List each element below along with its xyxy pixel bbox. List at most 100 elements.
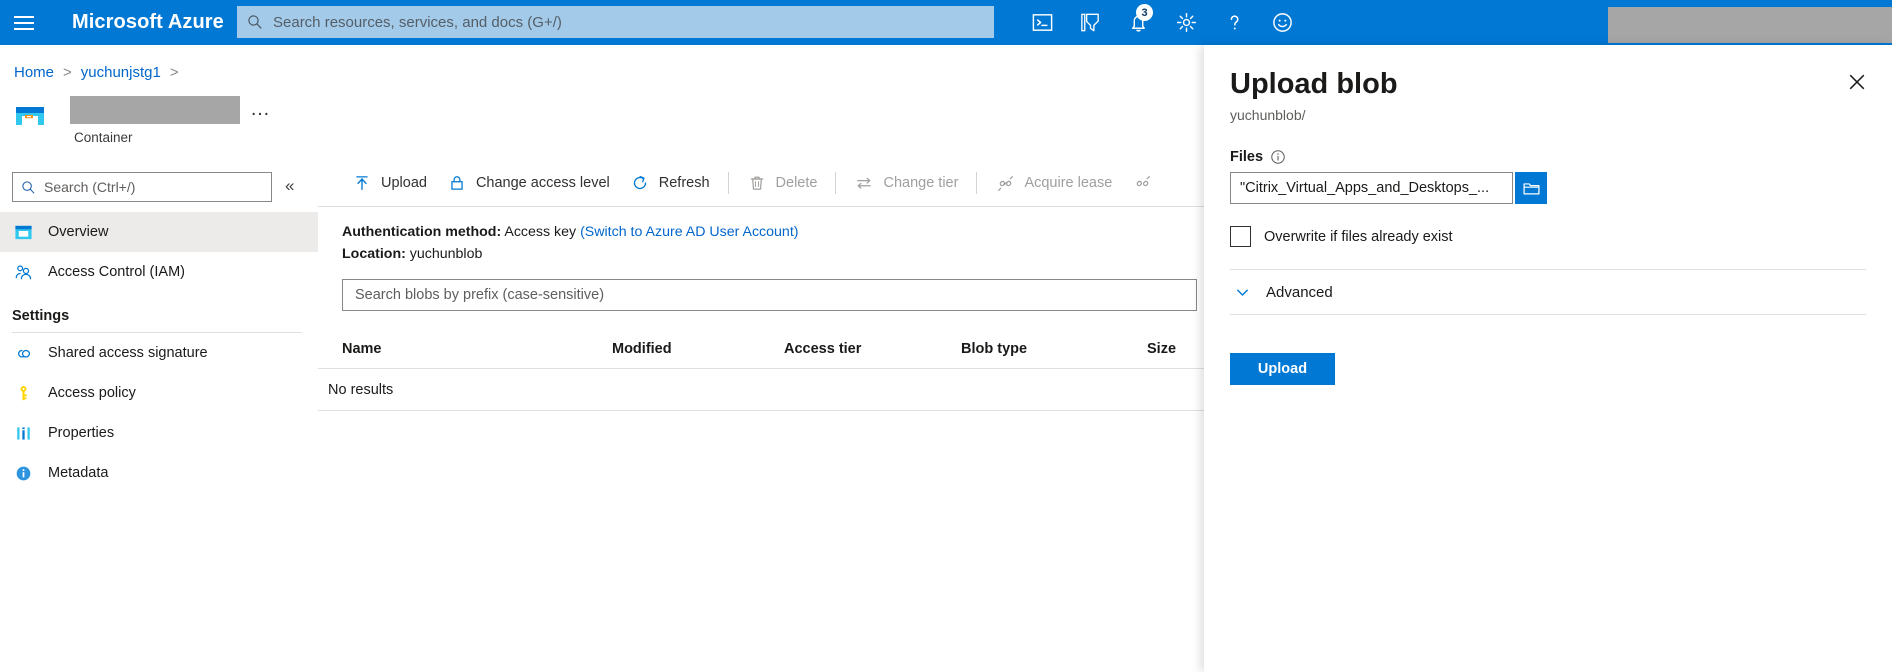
overview-icon <box>12 221 34 243</box>
delete-button[interactable]: Delete <box>737 160 828 206</box>
panel-body: Files "Citrix_Virtual_Apps_and_Desktops_… <box>1204 123 1892 385</box>
properties-bars-icon <box>12 422 34 444</box>
lock-icon <box>447 173 467 193</box>
files-input-row: "Citrix_Virtual_Apps_and_Desktops_... <box>1230 172 1866 204</box>
command-label: Change access level <box>476 175 610 191</box>
authentication-method-value: Access key <box>504 224 576 240</box>
upload-blob-panel: Upload blob yuchunblob/ Files <box>1204 45 1892 672</box>
azure-portal-page: Microsoft Azure <box>0 0 1892 672</box>
notification-count-badge: 3 <box>1136 4 1153 21</box>
command-separator <box>728 172 729 194</box>
sidebar-item-shared-access-signature[interactable]: Shared access signature <box>0 333 318 373</box>
sidebar-item-label: Metadata <box>48 465 108 481</box>
top-bar-icon-group: 3 <box>1018 0 1306 45</box>
blob-prefix-search-input[interactable] <box>353 286 1186 304</box>
hamburger-menu-icon[interactable] <box>0 0 48 45</box>
sidebar-item-label: Access policy <box>48 385 136 401</box>
search-icon <box>247 14 263 30</box>
command-separator <box>835 172 836 194</box>
sidebar-item-metadata[interactable]: Metadata <box>0 453 318 493</box>
resource-type-label: Container <box>74 130 240 145</box>
sidebar-item-label: Properties <box>48 425 114 441</box>
no-results-message: No results <box>328 382 393 398</box>
global-search-box[interactable] <box>237 6 994 38</box>
sidebar-search-input[interactable] <box>42 178 263 196</box>
more-options-button[interactable]: … <box>250 100 272 118</box>
column-header-blob-type[interactable]: Blob type <box>961 341 1147 357</box>
command-label: Acquire lease <box>1024 175 1112 191</box>
left-navigation-panel: « Overview <box>0 170 318 672</box>
swap-arrows-icon <box>854 173 874 193</box>
change-access-level-button[interactable]: Change access level <box>437 160 620 206</box>
location-label: Location: <box>342 246 406 262</box>
directories-filter-icon[interactable] <box>1066 0 1114 45</box>
sidebar-item-list: Overview Access Control (IAM) Settings <box>0 212 318 493</box>
breadcrumb-item-storage-account[interactable]: yuchunjstg1 <box>81 64 161 81</box>
sidebar-item-label: Shared access signature <box>48 345 208 361</box>
authentication-method-label: Authentication method: <box>342 224 501 240</box>
key-icon <box>12 382 34 404</box>
upload-button[interactable]: Upload <box>342 160 437 206</box>
link-icon <box>12 342 34 364</box>
refresh-button[interactable]: Refresh <box>620 160 720 206</box>
top-navigation-bar: Microsoft Azure <box>0 0 1892 45</box>
column-header-modified[interactable]: Modified <box>612 341 784 357</box>
sidebar-item-access-policy[interactable]: Access policy <box>0 373 318 413</box>
switch-to-azure-ad-link[interactable]: (Switch to Azure AD User Account) <box>580 224 798 240</box>
overwrite-checkbox-row[interactable]: Overwrite if files already exist <box>1230 226 1866 247</box>
people-icon <box>12 261 34 283</box>
column-header-name[interactable]: Name <box>342 341 612 357</box>
upload-submit-button[interactable]: Upload <box>1230 353 1335 385</box>
sidebar-item-label: Access Control (IAM) <box>48 264 185 280</box>
trash-icon <box>747 173 767 193</box>
acquire-lease-button[interactable]: Acquire lease <box>985 160 1122 206</box>
close-icon[interactable] <box>1844 69 1870 95</box>
plug-icon <box>995 173 1015 193</box>
panel-header: Upload blob yuchunblob/ <box>1204 45 1892 123</box>
folder-browse-icon[interactable] <box>1515 172 1547 204</box>
change-tier-button[interactable]: Change tier <box>844 160 968 206</box>
command-separator <box>976 172 977 194</box>
resource-name-redacted <box>70 96 240 124</box>
global-search-input[interactable] <box>271 13 984 32</box>
blob-prefix-search-box[interactable] <box>342 279 1197 311</box>
panel-subtitle: yuchunblob/ <box>1230 107 1864 123</box>
break-lease-button[interactable] <box>1122 160 1171 206</box>
resource-name-area: Container <box>70 96 240 145</box>
break-lease-icon <box>1132 173 1152 193</box>
help-question-icon[interactable] <box>1210 0 1258 45</box>
command-label: Refresh <box>659 175 710 191</box>
info-circle-icon <box>12 462 34 484</box>
advanced-section-toggle[interactable]: Advanced <box>1230 270 1866 314</box>
breadcrumb-item-home[interactable]: Home <box>14 64 54 81</box>
cloud-shell-icon[interactable] <box>1018 0 1066 45</box>
breadcrumb-separator-icon: > <box>63 64 72 81</box>
info-circle-icon[interactable] <box>1270 149 1286 165</box>
files-field-label-row: Files <box>1230 149 1866 165</box>
brand-title: Microsoft Azure <box>72 11 224 34</box>
sidebar-item-label: Overview <box>48 224 108 240</box>
sidebar-group-settings: Settings <box>0 292 318 332</box>
command-label: Delete <box>776 175 818 191</box>
column-header-access-tier[interactable]: Access tier <box>784 341 961 357</box>
sidebar-item-overview[interactable]: Overview <box>0 212 318 252</box>
files-label: Files <box>1230 149 1263 165</box>
breadcrumb: Home > yuchunjstg1 > <box>14 58 188 86</box>
refresh-icon <box>630 173 650 193</box>
advanced-divider-bottom <box>1230 314 1866 315</box>
notifications-bell-icon[interactable]: 3 <box>1114 0 1162 45</box>
overwrite-checkbox[interactable] <box>1230 226 1251 247</box>
files-path-field[interactable]: "Citrix_Virtual_Apps_and_Desktops_... <box>1230 172 1513 204</box>
collapse-sidebar-icon[interactable]: « <box>285 178 294 194</box>
upload-arrow-icon <box>352 173 372 193</box>
sidebar-item-properties[interactable]: Properties <box>0 413 318 453</box>
search-icon <box>21 180 36 195</box>
feedback-smiley-icon[interactable] <box>1258 0 1306 45</box>
command-label: Upload <box>381 175 427 191</box>
sidebar-search-box[interactable] <box>12 172 272 202</box>
command-label: Change tier <box>883 175 958 191</box>
settings-gear-icon[interactable] <box>1162 0 1210 45</box>
location-value: yuchunblob <box>410 246 483 262</box>
breadcrumb-separator-icon-2: > <box>170 64 179 81</box>
sidebar-item-access-control[interactable]: Access Control (IAM) <box>0 252 318 292</box>
